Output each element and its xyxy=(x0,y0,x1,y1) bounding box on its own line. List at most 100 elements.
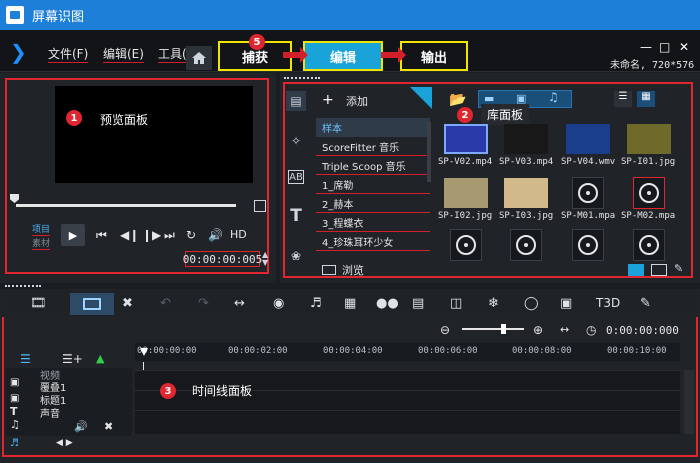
track-icon[interactable]: ▣ xyxy=(560,296,572,311)
home-icon xyxy=(192,52,206,64)
music-disc-icon xyxy=(639,183,659,203)
thumb-image[interactable] xyxy=(504,178,548,208)
track-mute-icon[interactable]: ✖ xyxy=(104,420,113,433)
go-to-end-icon[interactable]: ⏭ xyxy=(164,228,175,243)
add-icon[interactable]: + xyxy=(322,92,334,108)
thumb-label: SP-I02.jpg xyxy=(438,211,493,221)
library-layout-icon[interactable] xyxy=(628,264,644,276)
folder-item[interactable]: Triple Scoop 音乐 xyxy=(316,156,430,175)
scroll-tracks-icon[interactable]: ◀ ▶ xyxy=(56,438,73,448)
menu-tools[interactable]: 工具( xyxy=(158,45,187,63)
folder-scrollbar[interactable] xyxy=(427,122,431,182)
folder-item[interactable]: 2_赫本 xyxy=(316,194,430,213)
tab-edit[interactable]: 编辑 xyxy=(303,41,383,71)
multicam-icon[interactable]: ▦ xyxy=(344,296,356,311)
path-icon[interactable]: ◯ xyxy=(524,296,539,311)
timeline-timecode[interactable]: 0:00:00:000 xyxy=(606,324,679,337)
resize-preview-icon[interactable] xyxy=(254,200,266,212)
home-button[interactable] xyxy=(186,46,212,70)
panel-grip[interactable] xyxy=(5,285,41,287)
add-track-icon[interactable]: ☰+ xyxy=(62,352,83,366)
transition-icon[interactable]: ✧ xyxy=(286,131,306,151)
preview-panel-label: 预览面板 xyxy=(100,113,149,127)
thumb-video[interactable] xyxy=(566,124,610,154)
zoom-in-icon[interactable]: ⊕ xyxy=(533,323,543,337)
record-icon[interactable]: ◉ xyxy=(273,296,284,311)
folder-item[interactable]: 样本 xyxy=(316,118,430,137)
thumb-image[interactable] xyxy=(444,178,488,208)
repeat-icon[interactable]: ↻ xyxy=(186,228,196,242)
close-icon[interactable]: ✕ xyxy=(679,40,689,54)
project-mode-label[interactable]: 项目 xyxy=(32,222,51,236)
thumb-music[interactable] xyxy=(510,229,542,261)
subtitle-icon[interactable]: ▤ xyxy=(412,296,424,311)
panel-grip[interactable] xyxy=(284,77,320,79)
zoom-slider-handle[interactable] xyxy=(501,324,506,334)
browse-button[interactable]: 浏览 xyxy=(322,262,364,278)
track-volume-icon[interactable]: 🔊 xyxy=(74,420,88,433)
menu-edit[interactable]: 编辑(E) xyxy=(103,45,144,63)
timeline-ruler[interactable] xyxy=(135,343,680,361)
fit-project-icon[interactable]: ↔ xyxy=(560,323,569,336)
ripple-edit-icon[interactable]: ▲ xyxy=(96,352,104,365)
library-panel-label: 库面板 xyxy=(481,104,530,125)
thumb-music[interactable] xyxy=(572,229,604,261)
thumb-music[interactable] xyxy=(633,229,665,261)
library-split-icon[interactable] xyxy=(651,264,667,276)
timecode-stepper-icon[interactable]: ▲ ▼ xyxy=(262,251,268,267)
grid-view-icon[interactable]: ▦ xyxy=(637,91,655,107)
track-manager-icon[interactable]: ☰ xyxy=(20,352,31,366)
thumb-music[interactable] xyxy=(450,229,482,261)
track-area[interactable] xyxy=(135,370,680,434)
graphic-icon[interactable]: ❀ xyxy=(286,246,306,266)
maximize-icon[interactable]: □ xyxy=(659,40,670,54)
split-screen-icon[interactable]: ◫ xyxy=(450,296,462,311)
thumb-video[interactable] xyxy=(504,124,548,154)
thumb-label: SP-V04.wmv xyxy=(561,157,616,167)
folder-item[interactable]: ScoreFitter 音乐 xyxy=(316,137,430,156)
title-3d-icon[interactable]: T3D xyxy=(596,296,620,310)
timeline-scrollbar[interactable] xyxy=(684,370,694,434)
ab-filter-icon[interactable]: AB xyxy=(288,170,304,184)
track-separator xyxy=(135,410,680,411)
add-button[interactable]: 添加 xyxy=(346,93,368,109)
music-filter-icon[interactable]: ♫ xyxy=(548,90,559,104)
minimize-icon[interactable]: — xyxy=(640,40,652,54)
thumb-label: SP-V02.mp4 xyxy=(438,157,493,167)
list-view-icon[interactable]: ☰ xyxy=(614,91,632,107)
timeline-view-button[interactable] xyxy=(70,293,114,315)
tab-share[interactable]: 输出 xyxy=(400,41,468,71)
thumb-video[interactable] xyxy=(444,124,488,154)
window-title-bar: 屏幕识图 xyxy=(0,0,700,30)
clip-mode-label[interactable]: 素材 xyxy=(32,236,51,250)
tools-icon[interactable]: ✖ xyxy=(122,296,133,311)
next-frame-icon[interactable]: ❙▶ xyxy=(142,228,161,242)
audio-mix-icon[interactable]: ♬ xyxy=(310,296,322,311)
preview-timecode[interactable]: 00:00:00:005 xyxy=(183,251,262,267)
fit-icon[interactable]: ↔ xyxy=(234,296,245,311)
folder-item[interactable]: 1_席勒 xyxy=(316,175,430,194)
folder-item[interactable]: 4_珍珠耳环少女 xyxy=(316,232,430,251)
thumb-music[interactable] xyxy=(572,177,604,209)
thumb-music[interactable] xyxy=(633,177,665,209)
library-edit-icon[interactable]: ✎ xyxy=(674,262,683,275)
painting-icon[interactable]: ✎ xyxy=(640,296,651,311)
volume-icon[interactable]: 🔊 xyxy=(208,228,223,242)
media-icon[interactable]: ▤ xyxy=(286,91,306,111)
import-folder-icon[interactable]: 📂 xyxy=(449,92,466,108)
zoom-slider[interactable] xyxy=(462,328,524,330)
menu-file[interactable]: 文件(F) xyxy=(48,45,89,63)
folder-item[interactable]: 3_程蝶衣 xyxy=(316,213,430,232)
hd-toggle[interactable]: HD xyxy=(230,228,247,241)
title-icon[interactable]: T xyxy=(286,206,306,226)
mask-icon[interactable]: ●● xyxy=(376,296,399,311)
zoom-out-icon[interactable]: ⊖ xyxy=(440,323,450,337)
storyboard-view-icon[interactable]: 🎞 xyxy=(30,296,47,311)
thumb-image[interactable] xyxy=(627,124,671,154)
previous-frame-icon[interactable]: ◀❙ xyxy=(120,228,139,242)
go-to-start-icon[interactable]: ⏮ xyxy=(96,228,107,243)
motion-icon[interactable]: ❄ xyxy=(488,296,499,311)
arrow-icon xyxy=(381,47,406,63)
play-button[interactable]: ▶ xyxy=(61,224,85,246)
scrubber-track[interactable] xyxy=(16,204,236,207)
